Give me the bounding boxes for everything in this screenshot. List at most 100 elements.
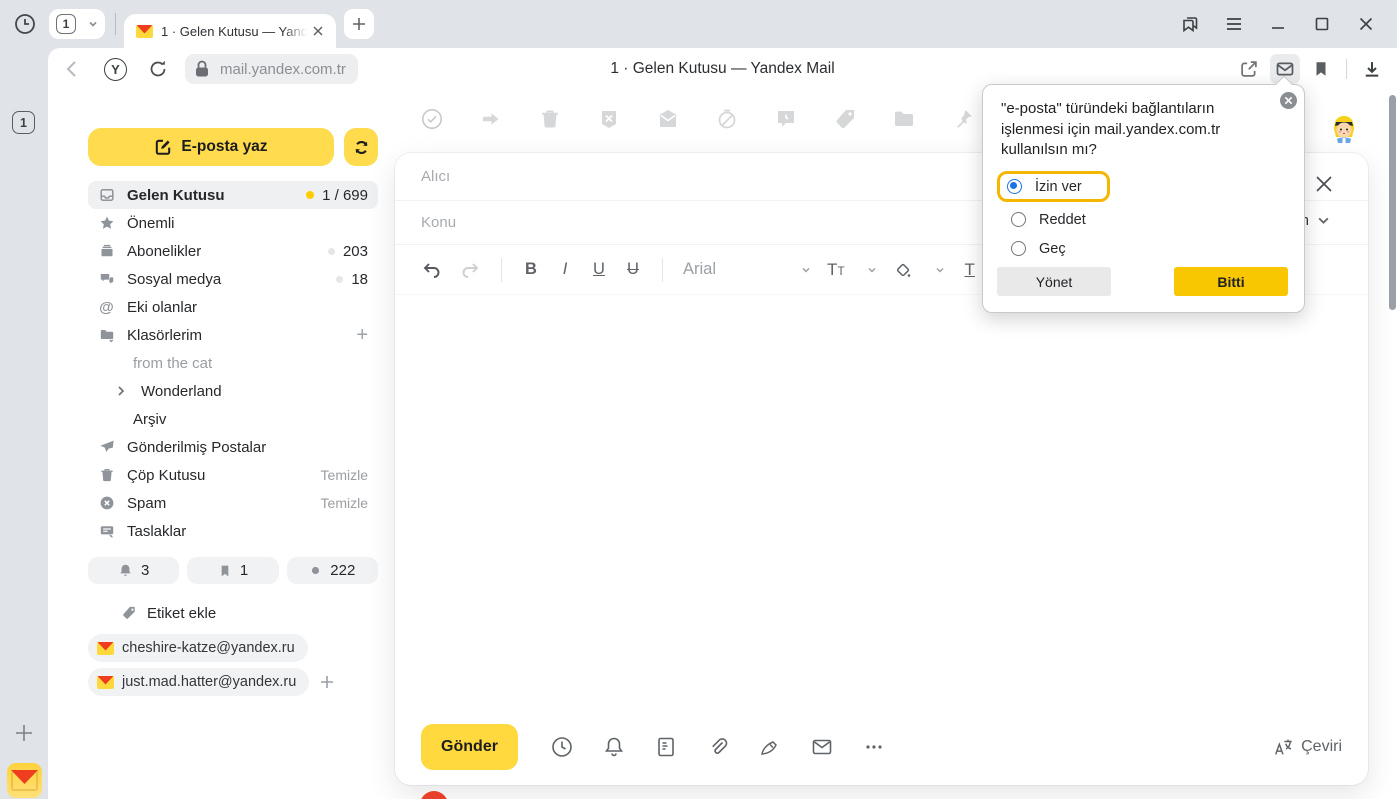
back-icon[interactable] (60, 57, 84, 81)
select-all-icon[interactable] (420, 107, 444, 131)
envelope-icon[interactable] (810, 735, 834, 759)
done-button[interactable]: Bitti (1174, 267, 1288, 296)
scrollbar-thumb[interactable] (1389, 95, 1396, 310)
history-icon[interactable] (13, 12, 37, 36)
reload-icon[interactable] (147, 58, 169, 80)
yandex-mail-favicon (136, 25, 153, 38)
radio-selected-icon (1007, 179, 1022, 194)
bold-button[interactable]: B (522, 260, 540, 279)
share-icon[interactable] (1234, 54, 1264, 84)
unread-dot (306, 191, 314, 199)
radio-option-allow[interactable]: İzin ver (997, 171, 1110, 202)
pen-icon[interactable] (758, 735, 782, 759)
radio-option-skip[interactable]: Geç (1001, 234, 1286, 263)
italic-button[interactable]: I (556, 260, 574, 279)
reminder-icon[interactable] (774, 107, 798, 131)
snooze-icon[interactable] (715, 107, 739, 131)
bookmark-flag-icon[interactable] (1306, 54, 1336, 84)
compose-button[interactable]: E-posta yaz (88, 128, 334, 166)
refresh-button[interactable] (344, 128, 378, 166)
add-panel-icon[interactable] (11, 720, 37, 746)
download-icon[interactable] (1357, 54, 1387, 84)
forward-icon[interactable] (479, 107, 503, 131)
delete-icon[interactable] (538, 107, 562, 131)
account-chip[interactable]: cheshire-katze@yandex.ru (88, 634, 308, 662)
url-field[interactable]: mail.yandex.com.tr (185, 54, 358, 84)
highlight-color-button[interactable] (893, 260, 913, 280)
sidebar-item-inbox[interactable]: Gelen Kutusu 1 / 699 (88, 181, 378, 209)
chevron-right-icon[interactable] (112, 385, 129, 397)
radio-icon (1011, 241, 1026, 256)
pin-icon[interactable] (951, 107, 975, 131)
chat-bubbles-icon (98, 271, 115, 287)
side-panel-button[interactable] (1173, 7, 1207, 41)
empty-spam-link[interactable]: Temizle (321, 495, 368, 511)
sidebar-item-archive[interactable]: Arşiv (88, 405, 378, 433)
sidebar-item-wonderland[interactable]: Wonderland (88, 377, 378, 405)
redo-icon[interactable] (459, 259, 481, 281)
radio-option-deny[interactable]: Reddet (1001, 205, 1286, 234)
more-options-icon[interactable] (862, 735, 886, 759)
lock-icon[interactable] (191, 58, 213, 80)
font-size-select[interactable]: TT (827, 260, 845, 280)
close-compose-icon[interactable] (1313, 173, 1335, 195)
bookmarks-pill[interactable]: 1 (187, 557, 278, 584)
undo-icon[interactable] (421, 259, 443, 281)
strikethrough-button[interactable]: U (624, 260, 642, 279)
sidebar-item-drafts[interactable]: Taslaklar (88, 517, 378, 545)
translate-button[interactable]: Çeviri (1272, 736, 1342, 758)
attach-icon[interactable] (706, 735, 730, 759)
menu-icon[interactable] (1217, 7, 1251, 41)
subject-input[interactable] (421, 214, 1066, 231)
schedule-send-icon[interactable] (550, 735, 574, 759)
paperclip-icon: @ (98, 299, 115, 316)
label-icon[interactable] (833, 107, 857, 131)
popup-close-icon[interactable] (1280, 92, 1297, 109)
reminders-pill[interactable]: 3 (88, 557, 179, 584)
browser-window: { "colors": { "accent_yellow": "#ffdb4d"… (0, 0, 1397, 799)
sidebar-item-attachments[interactable]: @ Eki olanlar (88, 293, 378, 321)
tab-close-icon[interactable] (310, 23, 326, 39)
to-input[interactable] (421, 168, 1066, 185)
spam-toolbar-icon[interactable] (597, 107, 621, 131)
mark-read-icon[interactable] (656, 107, 680, 131)
notify-icon[interactable] (602, 735, 626, 759)
add-account-icon[interactable] (319, 674, 335, 690)
add-label-button[interactable]: Etiket ekle (88, 598, 378, 628)
yandex-logo[interactable]: Y (104, 58, 127, 81)
sidebar-item-social[interactable]: Sosyal medya 18 (88, 265, 378, 293)
yandex-mail-app-icon[interactable] (7, 763, 42, 798)
tab-group-selector[interactable]: 1 (49, 9, 105, 39)
sidebar-item-from-the-cat[interactable]: from the cat (88, 349, 378, 377)
manage-button[interactable]: Yönet (997, 267, 1111, 296)
font-family-select[interactable]: Arial (683, 260, 811, 279)
sidebar-item-spam[interactable]: Spam Temizle (88, 489, 378, 517)
sidebar-item-sent[interactable]: Gönderilmiş Postalar (88, 433, 378, 461)
from-selector[interactable]: n (1301, 212, 1330, 229)
close-button[interactable] (1349, 7, 1383, 41)
maximize-button[interactable] (1305, 7, 1339, 41)
add-folder-button[interactable]: + (356, 325, 368, 345)
send-button[interactable]: Gönder (421, 724, 518, 770)
protocol-handler-popup: "e-posta" türündeki bağlantıların işlenm… (982, 84, 1305, 313)
minimize-button[interactable] (1261, 7, 1295, 41)
account-chip[interactable]: just.mad.hatter@yandex.ru (88, 668, 309, 696)
mail-sidebar: E-posta yaz Gelen Kutusu 1 / 699 Önemli … (88, 128, 378, 696)
underline-button[interactable]: U (590, 260, 608, 279)
unread-pill[interactable]: 222 (287, 557, 378, 584)
sidebar-item-my-folders[interactable]: Klasörlerim + (88, 321, 378, 349)
text-color-button[interactable]: T (961, 260, 979, 280)
move-folder-icon[interactable] (892, 107, 916, 131)
empty-trash-link[interactable]: Temizle (321, 467, 368, 483)
workspace-badge[interactable]: 1 (12, 111, 35, 134)
message-body[interactable] (395, 295, 1368, 709)
template-icon[interactable] (654, 735, 678, 759)
divider (115, 13, 116, 35)
sidebar-item-trash[interactable]: Çöp Kutusu Temizle (88, 461, 378, 489)
chevron-down-icon (867, 265, 877, 275)
new-tab-button[interactable] (344, 9, 374, 39)
active-tab[interactable]: 1 · Gelen Kutusu — Yand (124, 14, 336, 48)
sidebar-item-subscriptions[interactable]: Abonelikler 203 (88, 237, 378, 265)
user-avatar[interactable] (1328, 113, 1360, 145)
sidebar-item-important[interactable]: Önemli (88, 209, 378, 237)
